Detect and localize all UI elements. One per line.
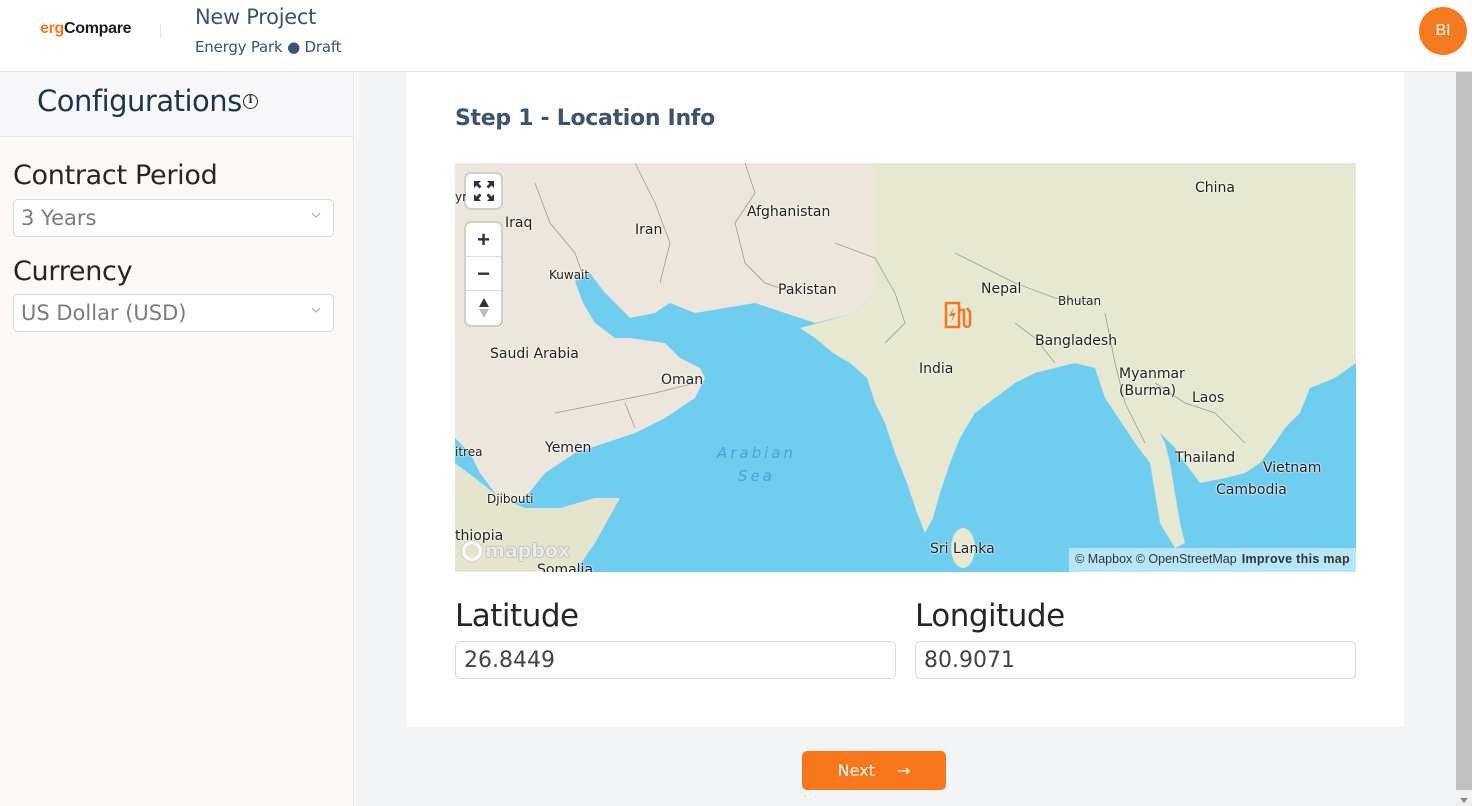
improve-map-link[interactable]: Improve this map [1242,552,1350,566]
map-attribution: © Mapbox © OpenStreetMap Improve this map [1069,548,1356,572]
project-subtitle: Energy Park ● Draft [195,38,342,56]
ev-charging-station-icon[interactable] [943,300,973,330]
mapbox-logo[interactable]: mapbox [462,540,570,562]
location-map[interactable]: yr Iraq Iran Afghanistan China Kuwait Pa… [455,163,1356,572]
arrow-right-icon: → [896,761,911,780]
contract-period-select[interactable]: 3 Years [13,199,334,237]
chevron-down-icon [311,212,321,218]
map-label-pakistan: Pakistan [778,282,837,298]
latitude-label: Latitude [455,598,579,634]
latitude-input[interactable] [455,641,896,679]
map-label-kuwait: Kuwait [549,268,590,282]
map-label-oman: Oman [661,372,704,388]
map-label-arabian-sea: Arabian Sea [717,444,797,485]
fullscreen-control [466,174,501,208]
map-label-saudi-arabia: Saudi Arabia [490,346,579,362]
map-label-yemen: Yemen [545,440,592,456]
attribution-text[interactable]: © Mapbox © OpenStreetMap [1075,552,1237,566]
map-label-myanmar: Myanmar (Burma) [1119,366,1185,399]
map-label-bangladesh: Bangladesh [1035,333,1118,349]
map-base-layer [455,163,1356,572]
map-label-bhutan: Bhutan [1058,294,1102,308]
reset-bearing-button[interactable] [466,291,501,325]
sidebar-title: Configurations i [37,84,258,118]
location-card: Step 1 - Location Info yr Iraq Iran Afgh… [407,72,1404,727]
fullscreen-icon [473,181,494,201]
fullscreen-button[interactable] [466,174,501,208]
map-label-djibouti: Djibouti [487,492,534,506]
map-label-china: China [1195,180,1235,196]
compass-icon [478,298,489,318]
map-label-nepal: Nepal [981,281,1022,297]
next-button-label: Next [837,761,875,780]
contract-period-value: 3 Years [21,206,97,230]
project-title: New Project [195,5,317,29]
map-label-iraq: Iraq [505,215,533,231]
plus-icon: + [477,226,490,252]
map-label-cambodia: Cambodia [1216,482,1287,498]
minus-icon: − [477,260,490,286]
map-label-india: India [919,361,954,377]
zoom-in-button[interactable]: + [466,223,501,257]
map-label-somalia: Somalia [537,562,594,572]
main-content: Step 1 - Location Info yr Iraq Iran Afgh… [355,72,1456,806]
map-label-sri-lanka: Sri Lanka [930,541,995,557]
scrollbar-thumb[interactable] [1456,72,1472,790]
configurations-sidebar: Configurations i Contract Period 3 Years … [0,72,354,806]
map-label-laos: Laos [1192,390,1225,406]
page-scrollbar[interactable] [1456,72,1472,806]
app-header: ergCompare New Project Energy Park ● Dra… [0,0,1472,72]
map-label-thailand: Thailand [1175,450,1236,466]
mapbox-logo-icon [462,541,482,561]
scroll-down-arrow-icon[interactable] [1460,798,1468,803]
next-button[interactable]: Next → [802,751,946,790]
map-label-eritrea: itrea [455,445,483,459]
info-icon[interactable]: i [242,93,258,109]
currency-value: US Dollar (USD) [21,301,187,325]
map-label-iran: Iran [635,222,663,238]
navigation-control: + − [466,223,501,325]
currency-label: Currency [13,256,133,287]
currency-select[interactable]: US Dollar (USD) [13,294,334,332]
step-title: Step 1 - Location Info [455,106,715,131]
chevron-down-icon [311,307,321,313]
sidebar-header: Configurations i [0,72,353,137]
header-divider [160,24,161,38]
contract-period-label: Contract Period [13,160,218,191]
zoom-out-button[interactable]: − [466,257,501,291]
app-logo[interactable]: ergCompare [40,20,132,38]
map-label-afghanistan: Afghanistan [747,204,831,220]
longitude-input[interactable] [915,641,1356,679]
longitude-label: Longitude [915,598,1065,634]
user-avatar[interactable]: BI [1419,7,1467,55]
map-label-vietnam: Vietnam [1263,460,1322,476]
